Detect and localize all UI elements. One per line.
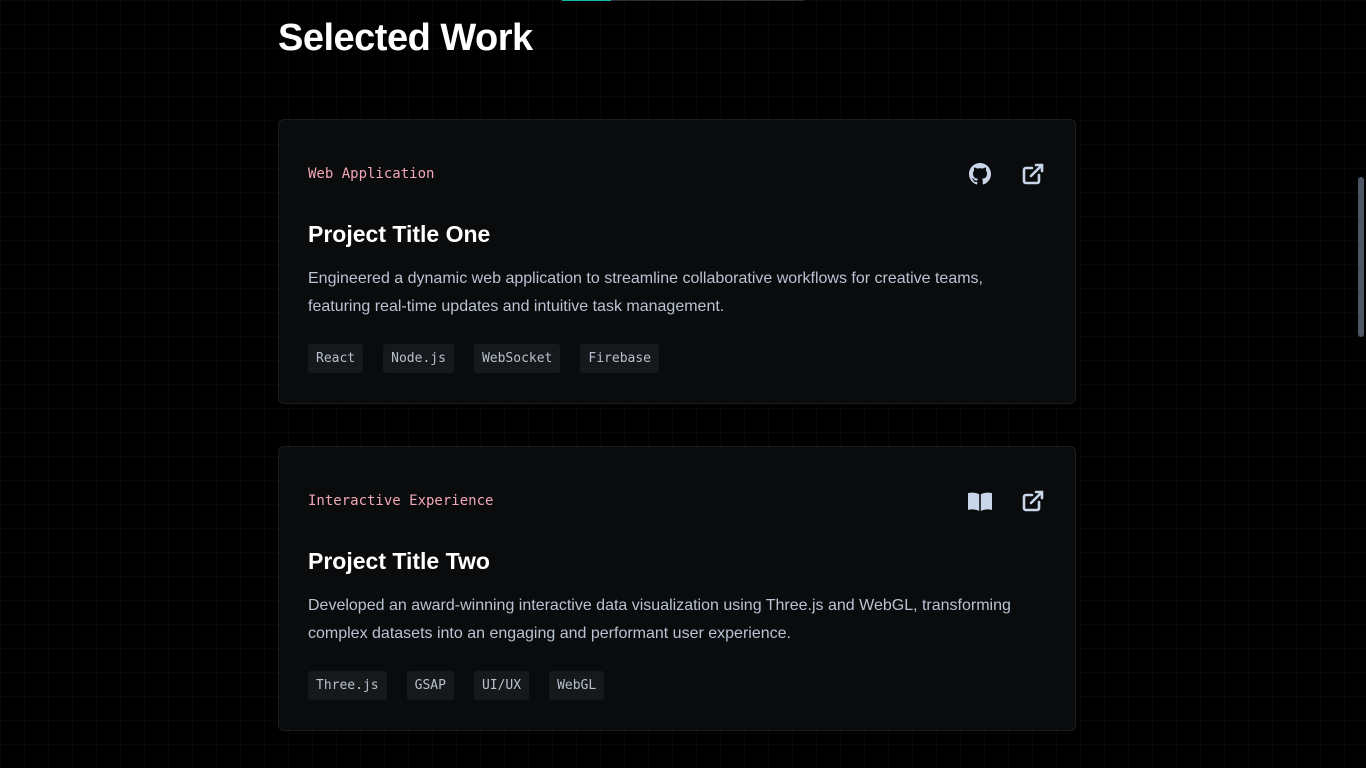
tech-tag: React	[308, 344, 364, 373]
external-link-icon	[1021, 489, 1045, 513]
project-category: Interactive Experience	[308, 493, 494, 509]
section-title: Selected Work	[278, 17, 533, 59]
top-progress-fill	[562, 0, 611, 1]
external-link-button[interactable]	[1019, 160, 1047, 188]
project-title: Project Title One	[308, 221, 491, 247]
scrollbar-thumb[interactable]	[1358, 177, 1364, 337]
docs-link[interactable]	[966, 487, 994, 515]
tech-tag: Three.js	[308, 671, 387, 700]
project-description: Engineered a dynamic web application to …	[308, 270, 983, 315]
project-category: Web Application	[308, 166, 435, 182]
project-card: Interactive Experience Project Title Two…	[278, 446, 1076, 731]
tech-tag: GSAP	[406, 671, 454, 700]
tech-tag: Firebase	[580, 344, 660, 373]
project-card: Web Application Project Title One Engine…	[278, 119, 1076, 404]
github-icon	[969, 163, 991, 185]
tech-tag: WebGL	[549, 671, 605, 700]
tech-tag: WebSocket	[473, 344, 561, 373]
project-description: Developed an award-winning interactive d…	[308, 597, 1011, 642]
github-link[interactable]	[966, 160, 994, 188]
top-progress-bar	[562, 0, 804, 1]
book-icon	[967, 490, 993, 512]
tech-tag-list: Three.js GSAP UI/UX WebGL	[308, 671, 605, 700]
tech-tag-list: React Node.js WebSocket Firebase	[308, 344, 660, 373]
external-link-icon	[1021, 162, 1045, 186]
external-link-button[interactable]	[1019, 487, 1047, 515]
project-title: Project Title Two	[308, 548, 490, 574]
tech-tag: UI/UX	[473, 671, 530, 700]
page: Selected Work Web Application Project Ti…	[0, 0, 1366, 768]
tech-tag: Node.js	[383, 344, 454, 373]
